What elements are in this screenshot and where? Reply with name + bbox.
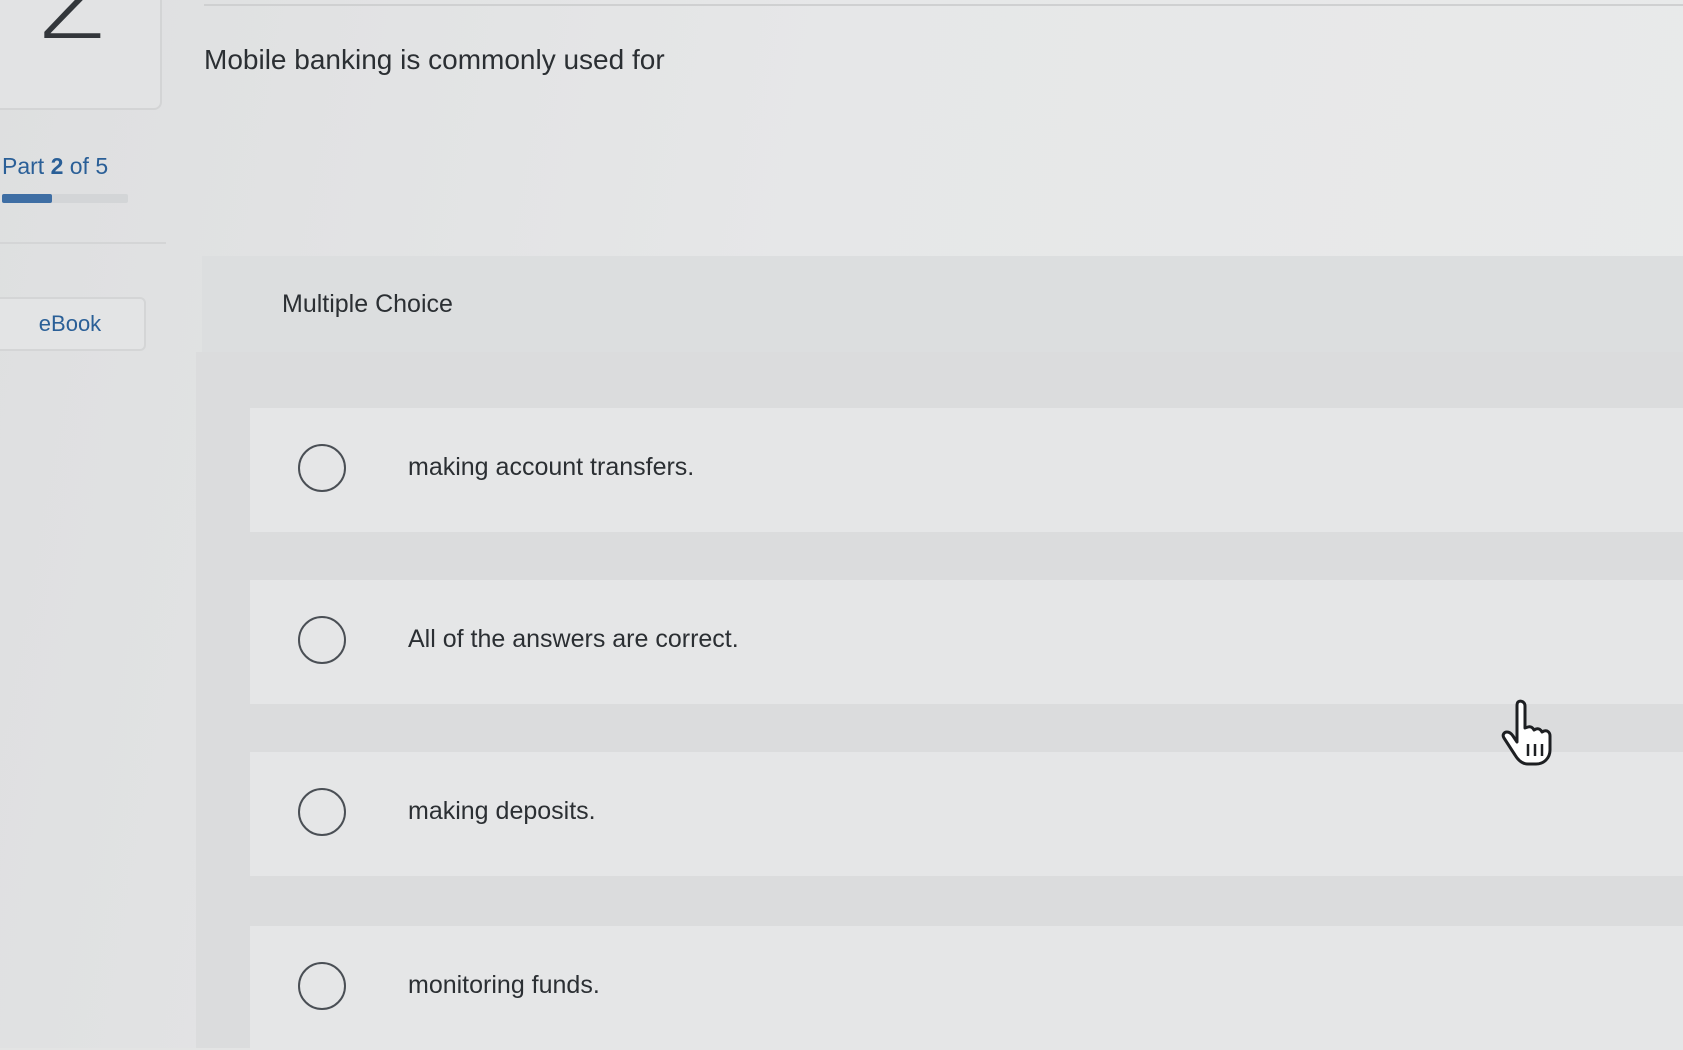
answer-option-label[interactable]: All of the answers are correct. xyxy=(408,625,739,654)
part-suffix: of 5 xyxy=(69,153,109,179)
ebook-button-label: eBook xyxy=(38,311,102,336)
part-progress-bar xyxy=(2,194,128,203)
answer-option-label[interactable]: monitoring funds. xyxy=(408,971,600,1000)
radio-button[interactable] xyxy=(298,444,346,492)
radio-button[interactable] xyxy=(298,788,346,836)
assignment-page: 2 Part 2 of 5 eBook Mobile banking is co… xyxy=(0,0,1683,1050)
answer-option-label[interactable]: making account transfers. xyxy=(408,453,694,482)
sidebar-divider xyxy=(0,242,166,244)
question-number: 2 xyxy=(36,0,112,58)
answer-option[interactable]: monitoring funds. xyxy=(250,926,1683,1050)
answer-option[interactable]: All of the answers are correct. xyxy=(250,580,1683,704)
answer-option[interactable]: making account transfers. xyxy=(250,408,1683,532)
hand-pointer-icon xyxy=(1501,699,1552,766)
part-progress-fill xyxy=(2,194,53,203)
header-divider xyxy=(204,4,1683,6)
part-indicator: Part 2 of 5 xyxy=(2,153,108,180)
multiple-choice-title: Multiple Choice xyxy=(282,290,453,318)
part-word: Part xyxy=(2,153,45,179)
question-text: Mobile banking is commonly used for xyxy=(204,44,665,75)
radio-button[interactable] xyxy=(298,962,346,1010)
part-current: 2 xyxy=(50,153,64,179)
ebook-button[interactable]: eBook xyxy=(0,297,146,351)
answer-option-label[interactable]: making deposits. xyxy=(408,797,596,826)
answer-option[interactable]: making deposits. xyxy=(250,752,1683,876)
radio-button[interactable] xyxy=(298,616,346,664)
